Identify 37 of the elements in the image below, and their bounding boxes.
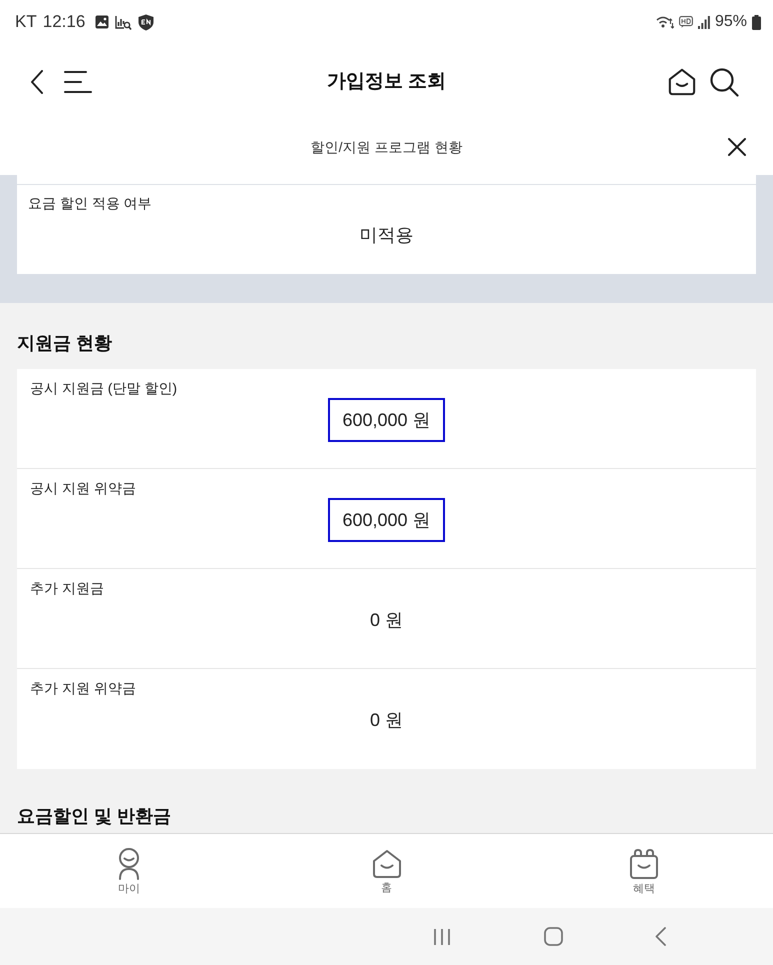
- row-label: 공시 지원 위약금: [29, 479, 137, 497]
- nav-tab[interactable]: 홈: [372, 847, 402, 895]
- back-icon[interactable]: [30, 70, 44, 94]
- section-title: 지원금 현황: [17, 333, 112, 353]
- nav-tab[interactable]: 혜택: [629, 846, 660, 896]
- highlighted-value: 600,000 원: [328, 498, 445, 542]
- home-icon[interactable]: [668, 68, 696, 96]
- home-button-icon[interactable]: [544, 927, 563, 946]
- menu-icon[interactable]: [64, 70, 92, 94]
- smiling-box-icon: [629, 848, 660, 880]
- recents-icon[interactable]: [433, 928, 451, 946]
- shield-icon: [138, 14, 154, 30]
- image-icon: [95, 15, 110, 29]
- row-label: 요금 할인 적용 여부: [27, 194, 153, 212]
- home-icon: [372, 849, 402, 879]
- row-value: 미적용: [360, 224, 414, 246]
- row-value: 0 원: [370, 709, 403, 731]
- row-label: 추가 지원금: [29, 579, 105, 597]
- signal-icon: [698, 16, 710, 28]
- search-icon[interactable]: [710, 68, 739, 96]
- close-icon[interactable]: [728, 138, 746, 156]
- highlighted-value: 600,000 원: [328, 398, 445, 442]
- row-label: 공시 지원금 (단말 할인): [29, 379, 178, 397]
- status-carrier: KT: [15, 11, 37, 34]
- person-smile-icon: [116, 848, 141, 880]
- battery-percent: 95%: [714, 12, 747, 32]
- row-value: 0 원: [370, 609, 403, 631]
- wifi-icon: [656, 14, 674, 30]
- battery-icon: [752, 14, 761, 30]
- status-time: 12:16: [42, 11, 86, 34]
- page-title: 가입정보 조회: [326, 70, 446, 94]
- nav-tab[interactable]: 마이: [116, 846, 141, 896]
- row-label: 추가 지원 위약금: [29, 679, 137, 697]
- chart-search-icon: [115, 14, 132, 30]
- panel-title: 할인/지원 프로그램 현황: [310, 138, 462, 157]
- section-title: 요금할인 및 반환금: [17, 806, 172, 826]
- hd-voice-icon: [678, 16, 693, 28]
